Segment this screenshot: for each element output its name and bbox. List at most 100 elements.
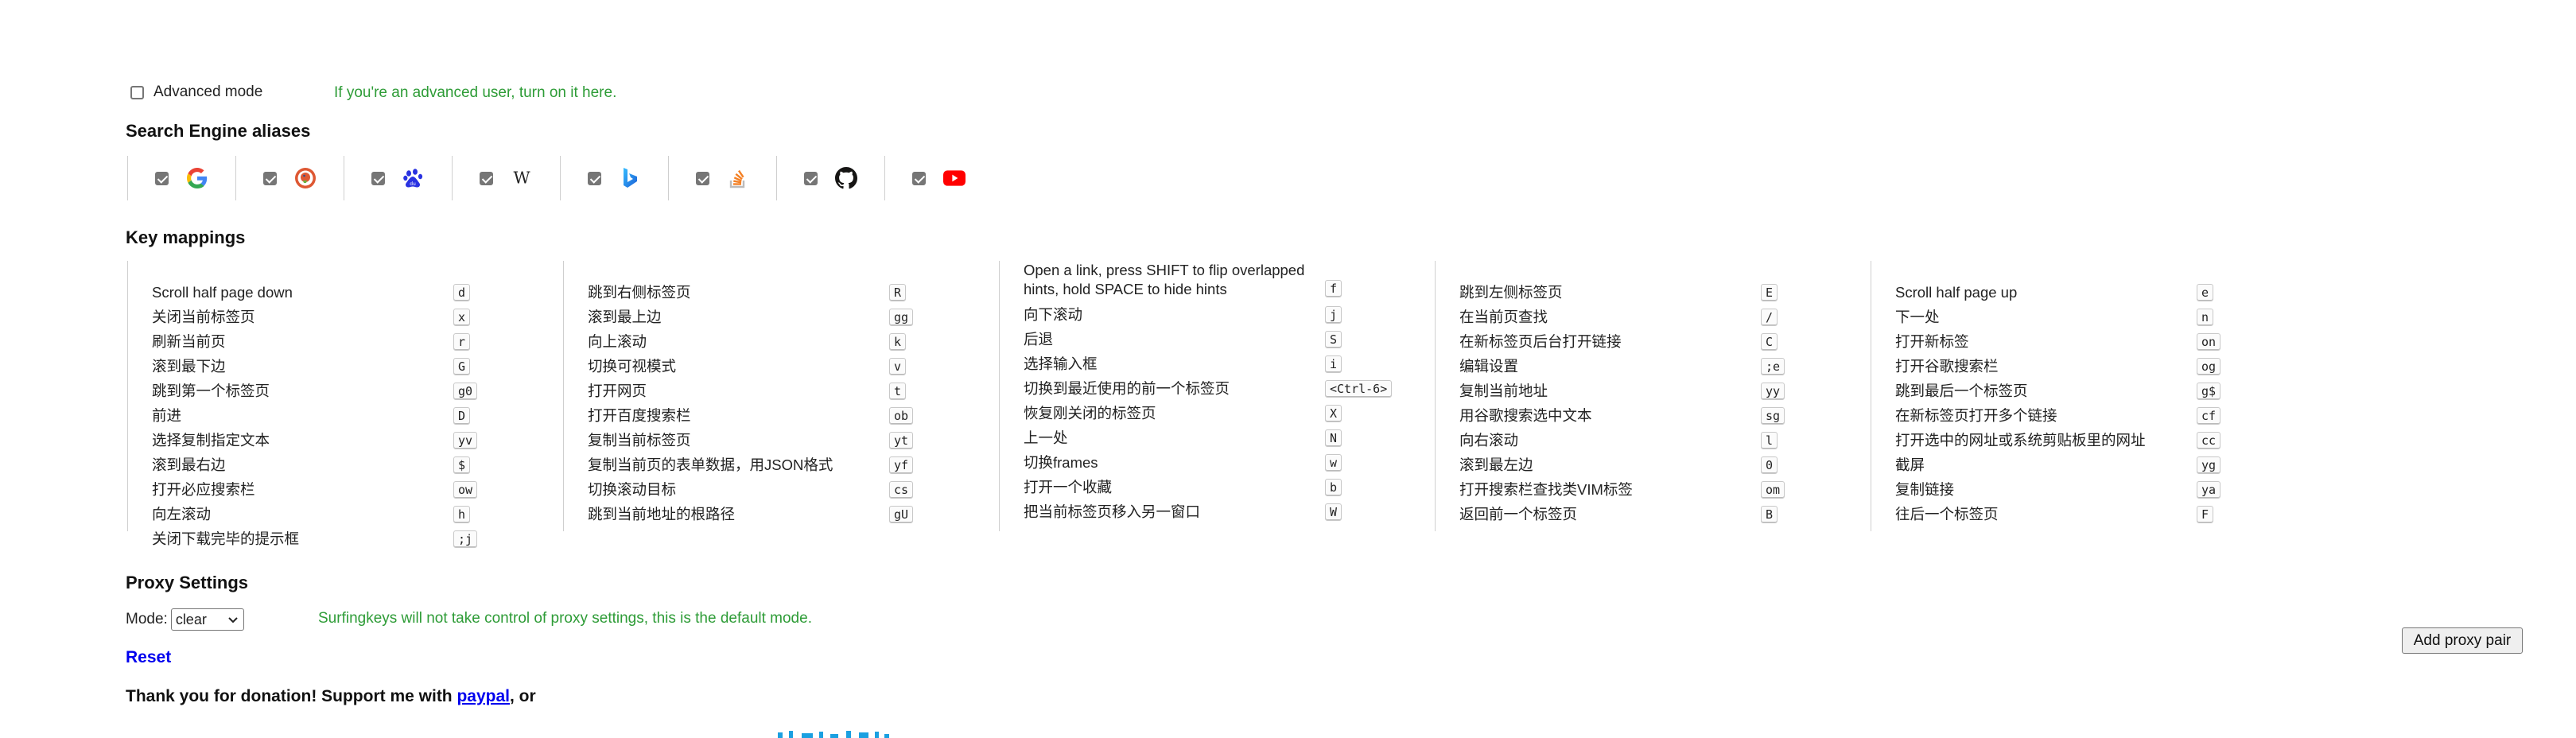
engine-youtube-checkbox[interactable] <box>912 171 926 185</box>
key-binding[interactable]: gg <box>889 308 914 326</box>
key-binding[interactable]: yy <box>1761 382 1785 400</box>
key-binding[interactable]: yf <box>889 456 914 474</box>
engine-baidu: du <box>344 156 452 200</box>
reset-link[interactable]: Reset <box>126 648 171 667</box>
key-binding[interactable]: F <box>2197 505 2214 523</box>
key-binding[interactable]: g$ <box>2197 382 2221 400</box>
key-binding[interactable]: yg <box>2197 456 2221 474</box>
key-mapping-annotation: 滚到最左边 <box>1459 456 1533 473</box>
key-slot: ;e <box>1761 357 1874 375</box>
key-slot: g0 <box>453 382 566 400</box>
key-mapping-annotation: 选择输入框 <box>1024 355 1098 372</box>
wikipedia-icon: W <box>511 167 533 189</box>
key-binding[interactable]: ;e <box>1761 357 1785 375</box>
key-binding[interactable]: cf <box>2197 406 2221 425</box>
engine-google-checkbox[interactable] <box>155 171 169 185</box>
engine-wikipedia-checkbox[interactable] <box>480 171 493 185</box>
key-binding[interactable]: B <box>1761 505 1778 523</box>
key-mapping-annotation: 编辑设置 <box>1459 357 1519 375</box>
key-mapping-row: 选择输入框 i <box>1024 352 1438 376</box>
key-mapping-annotation: 截屏 <box>1895 456 1925 473</box>
key-mapping-row: 向左滚动 h <box>152 502 566 526</box>
key-binding[interactable]: f <box>1325 280 1342 297</box>
key-binding[interactable]: <Ctrl-6> <box>1325 379 1393 398</box>
key-binding[interactable]: W <box>1325 503 1342 521</box>
key-binding[interactable]: C <box>1761 332 1778 351</box>
key-binding[interactable]: N <box>1325 429 1342 447</box>
key-binding[interactable]: j <box>1325 305 1342 324</box>
key-mappings-column: 跳到左侧标签页 E 在当前页查找 / 在新标签页后台打开链接 C 编辑设置 ;e 复制当前地址 y… <box>1435 261 1874 531</box>
key-mapping-row: 在当前页查找 / <box>1459 305 1874 329</box>
key-binding[interactable]: sg <box>1761 406 1785 425</box>
key-binding[interactable]: cc <box>2197 431 2221 449</box>
key-binding[interactable]: g0 <box>453 382 478 400</box>
key-binding[interactable]: $ <box>453 456 471 474</box>
key-binding[interactable]: l <box>1761 431 1778 449</box>
add-proxy-pair-button[interactable]: Add proxy pair <box>2402 627 2523 654</box>
engine-duckduckgo <box>235 156 344 200</box>
key-binding[interactable]: on <box>2197 332 2221 351</box>
key-binding[interactable]: 0 <box>1761 456 1778 474</box>
key-binding[interactable]: ob <box>889 406 914 425</box>
key-binding[interactable]: E <box>1761 283 1778 301</box>
proxy-mode-hint: Surfingkeys will not take control of pro… <box>318 610 812 627</box>
key-binding[interactable]: h <box>453 505 471 523</box>
key-mapping-annotation: 跳到左侧标签页 <box>1459 283 1563 301</box>
key-binding[interactable]: b <box>1325 478 1342 496</box>
key-mapping-annotation: 往后一个标签页 <box>1895 505 1999 522</box>
engine-baidu-checkbox[interactable] <box>371 171 385 185</box>
key-mapping-annotation: Scroll half page up <box>1895 283 2018 301</box>
key-binding[interactable]: / <box>1761 308 1778 326</box>
key-binding[interactable]: D <box>453 406 471 425</box>
key-binding[interactable]: ow <box>453 480 478 499</box>
engine-duckduckgo-checkbox[interactable] <box>263 171 277 185</box>
key-binding[interactable]: d <box>453 283 471 301</box>
key-slot: 0 <box>1761 456 1874 474</box>
key-binding[interactable]: t <box>889 382 907 400</box>
key-mapping-annotation: 选择复制指定文本 <box>152 431 270 449</box>
key-binding[interactable]: S <box>1325 330 1342 348</box>
key-binding[interactable]: v <box>889 357 907 375</box>
engine-stackoverflow <box>668 156 776 200</box>
key-mapping-row: 复制当前页的表单数据，用JSON格式 yf <box>588 453 1002 477</box>
engine-bing-checkbox[interactable] <box>588 171 601 185</box>
key-slot: og <box>2197 357 2310 375</box>
key-slot: C <box>1761 332 1874 351</box>
advanced-mode-checkbox[interactable] <box>130 85 144 99</box>
key-slot: b <box>1325 478 1438 496</box>
key-binding[interactable]: ;j <box>453 530 478 548</box>
key-binding[interactable]: w <box>1325 453 1342 472</box>
key-binding[interactable]: x <box>453 308 471 326</box>
key-binding[interactable]: i <box>1325 355 1342 373</box>
key-mapping-annotation: 打开必应搜索栏 <box>152 480 255 498</box>
key-binding[interactable]: e <box>2197 283 2214 301</box>
key-mapping-row: 打开搜索栏查找类VIM标签 om <box>1459 477 1874 502</box>
key-mapping-annotation: 向上滚动 <box>588 332 647 350</box>
key-binding[interactable]: om <box>1761 480 1785 499</box>
key-binding[interactable]: G <box>453 357 471 375</box>
key-binding[interactable]: cs <box>889 480 914 499</box>
key-binding[interactable]: yv <box>453 431 478 449</box>
key-slot: cs <box>889 480 1002 499</box>
paypal-link[interactable]: paypal <box>457 687 510 705</box>
engine-google <box>127 156 235 200</box>
key-mapping-row: 选择复制指定文本 yv <box>152 428 566 453</box>
engine-stackoverflow-checkbox[interactable] <box>696 171 709 185</box>
key-binding[interactable]: ya <box>2197 480 2221 499</box>
key-binding[interactable]: X <box>1325 404 1342 422</box>
key-binding[interactable]: R <box>889 283 907 301</box>
key-mapping-row: 切换滚动目标 cs <box>588 477 1002 502</box>
key-binding[interactable]: n <box>2197 308 2214 326</box>
proxy-mode-select[interactable]: clear <box>170 608 244 631</box>
key-mapping-annotation: 上一处 <box>1024 429 1068 446</box>
engine-github-checkbox[interactable] <box>804 171 818 185</box>
key-binding[interactable]: gU <box>889 505 914 523</box>
key-binding[interactable]: k <box>889 332 907 351</box>
key-binding[interactable]: og <box>2197 357 2221 375</box>
key-mapping-annotation: 打开选中的网址或系统剪贴板里的网址 <box>1895 431 2146 449</box>
key-binding[interactable]: yt <box>889 431 914 449</box>
key-mapping-row: 向上滚动 k <box>588 329 1002 354</box>
key-mapping-annotation: 滚到最上边 <box>588 308 662 325</box>
key-mappings-column: Scroll half page up e 下一处 n 打开新标签 on 打开谷歌搜索栏 og… <box>1871 261 2310 531</box>
key-binding[interactable]: r <box>453 332 471 351</box>
